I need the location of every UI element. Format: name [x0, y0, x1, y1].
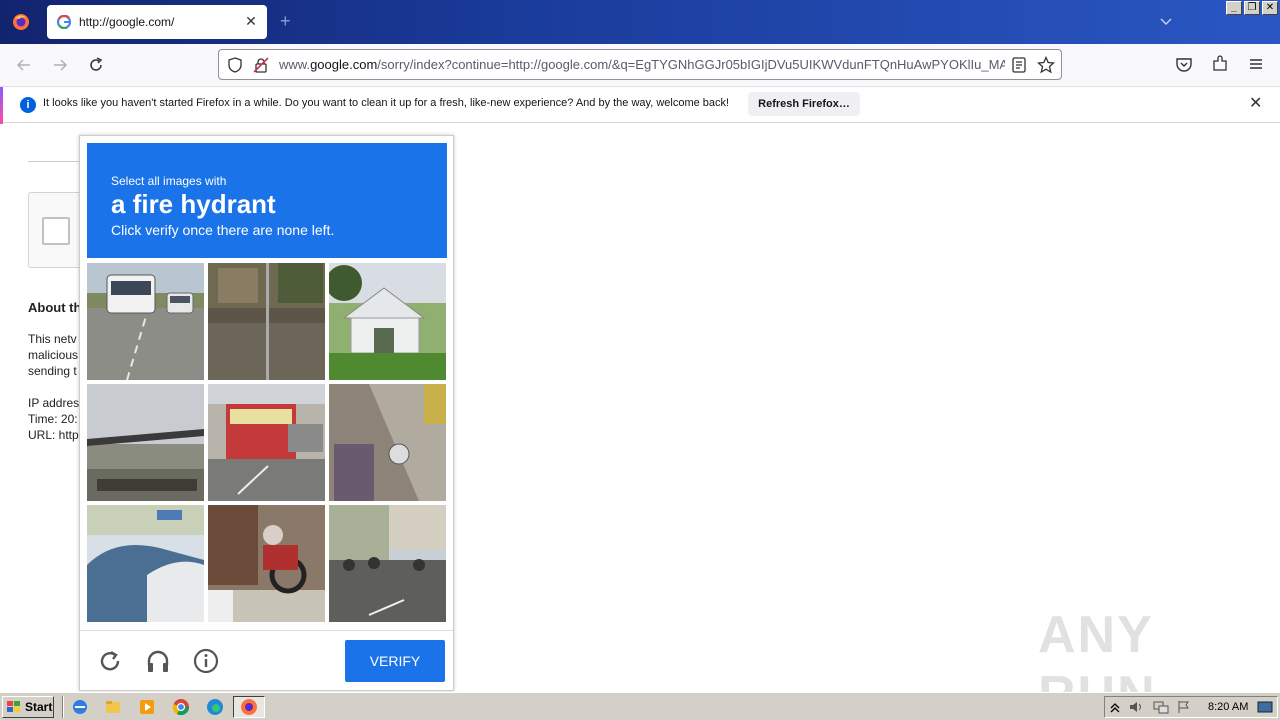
recaptcha-challenge: Select all images with a fire hydrant Cl… [79, 135, 454, 691]
image-tile[interactable] [329, 384, 446, 501]
start-button[interactable]: Start [2, 696, 54, 718]
start-label: Start [25, 700, 53, 714]
taskbar-firefox-window[interactable] [233, 696, 265, 718]
image-tile[interactable] [208, 384, 325, 501]
image-tile[interactable] [87, 505, 204, 622]
media-player-icon[interactable] [138, 698, 156, 716]
image-tile[interactable] [208, 505, 325, 622]
tracking-protection-shield-icon[interactable] [227, 57, 243, 73]
show-desktop-icon[interactable] [1257, 700, 1273, 714]
list-tabs-chevron-icon[interactable] [1158, 13, 1174, 29]
notification-accent [0, 87, 3, 124]
new-tab-icon[interactable]: + [280, 12, 291, 30]
volume-icon[interactable] [1129, 700, 1145, 714]
challenge-footer: VERIFY [80, 630, 453, 690]
action-center-flag-icon[interactable] [1177, 700, 1191, 714]
notification-message: It looks like you haven't started Firefo… [43, 97, 730, 109]
address-bar[interactable]: www.google.com/sorry/index?continue=http… [218, 49, 1062, 80]
verify-button[interactable]: VERIFY [345, 640, 445, 682]
taskbar-separator [62, 696, 64, 718]
google-favicon-icon [57, 15, 71, 29]
browser-titlebar: http://google.com/ ✕ + _ ❐ ✕ [0, 0, 1280, 44]
reader-view-icon[interactable] [1011, 57, 1027, 73]
notification-bar: i It looks like you haven't started Fire… [0, 86, 1280, 124]
image-tile[interactable] [87, 263, 204, 380]
app-menu-hamburger-icon[interactable] [1247, 55, 1265, 73]
taskbar-clock[interactable]: 8:20 AM [1208, 701, 1248, 713]
windows-logo-icon [7, 701, 20, 712]
show-hidden-icons-icon[interactable] [1110, 700, 1120, 714]
chrome-icon[interactable] [172, 698, 190, 716]
reload-challenge-icon[interactable] [96, 647, 124, 675]
challenge-instruction: Select all images with [111, 174, 227, 188]
windows-taskbar: Start 8:20 AM [0, 692, 1280, 720]
navigation-toolbar: www.google.com/sorry/index?continue=http… [0, 44, 1280, 86]
image-tile[interactable] [329, 505, 446, 622]
close-notification-icon[interactable]: ✕ [1249, 96, 1262, 112]
network-icon[interactable] [1153, 700, 1169, 714]
about-heading: About th [28, 300, 82, 315]
minimize-window-icon[interactable]: _ [1226, 1, 1242, 15]
refresh-firefox-button[interactable]: Refresh Firefox… [748, 92, 860, 116]
pocket-icon[interactable] [1175, 55, 1193, 73]
insecure-lock-icon[interactable] [253, 57, 269, 73]
close-window-icon[interactable]: ✕ [1262, 1, 1278, 15]
forward-icon[interactable] [49, 54, 71, 76]
challenge-subtext: Click verify once there are none left. [111, 222, 335, 238]
firefox-icon [241, 699, 257, 715]
image-grid [87, 263, 447, 623]
tab-google[interactable]: http://google.com/ ✕ [47, 5, 267, 39]
close-tab-icon[interactable]: ✕ [243, 13, 259, 29]
page-line: This netv [28, 332, 77, 346]
page-line: malicious [28, 348, 79, 362]
page-line: sending t [28, 364, 77, 378]
extensions-icon[interactable] [1211, 55, 1229, 73]
tab-title: http://google.com/ [79, 15, 175, 29]
file-explorer-icon[interactable] [104, 698, 122, 716]
audio-challenge-headphones-icon[interactable] [144, 647, 172, 675]
image-tile[interactable] [87, 384, 204, 501]
page-line: URL: http [28, 428, 79, 442]
reload-icon[interactable] [85, 54, 107, 76]
back-icon[interactable] [13, 54, 35, 76]
image-tile[interactable] [208, 263, 325, 380]
bookmark-star-icon[interactable] [1037, 56, 1055, 74]
recaptcha-checkbox[interactable] [42, 217, 70, 245]
page-line: Time: 20: [28, 412, 78, 426]
challenge-header: Select all images with a fire hydrant Cl… [87, 143, 447, 258]
url-text[interactable]: www.google.com/sorry/index?continue=http… [279, 57, 1005, 72]
challenge-target: a fire hydrant [111, 189, 276, 219]
info-icon: i [20, 97, 36, 113]
system-tray [1104, 696, 1278, 718]
restore-window-icon[interactable]: ❐ [1244, 1, 1260, 15]
image-tile[interactable] [329, 263, 446, 380]
edge-icon[interactable] [206, 698, 224, 716]
internet-explorer-icon[interactable] [71, 698, 89, 716]
page-line: IP addres [28, 396, 80, 410]
help-info-icon[interactable] [192, 647, 220, 675]
firefox-menu-icon[interactable] [0, 0, 42, 44]
